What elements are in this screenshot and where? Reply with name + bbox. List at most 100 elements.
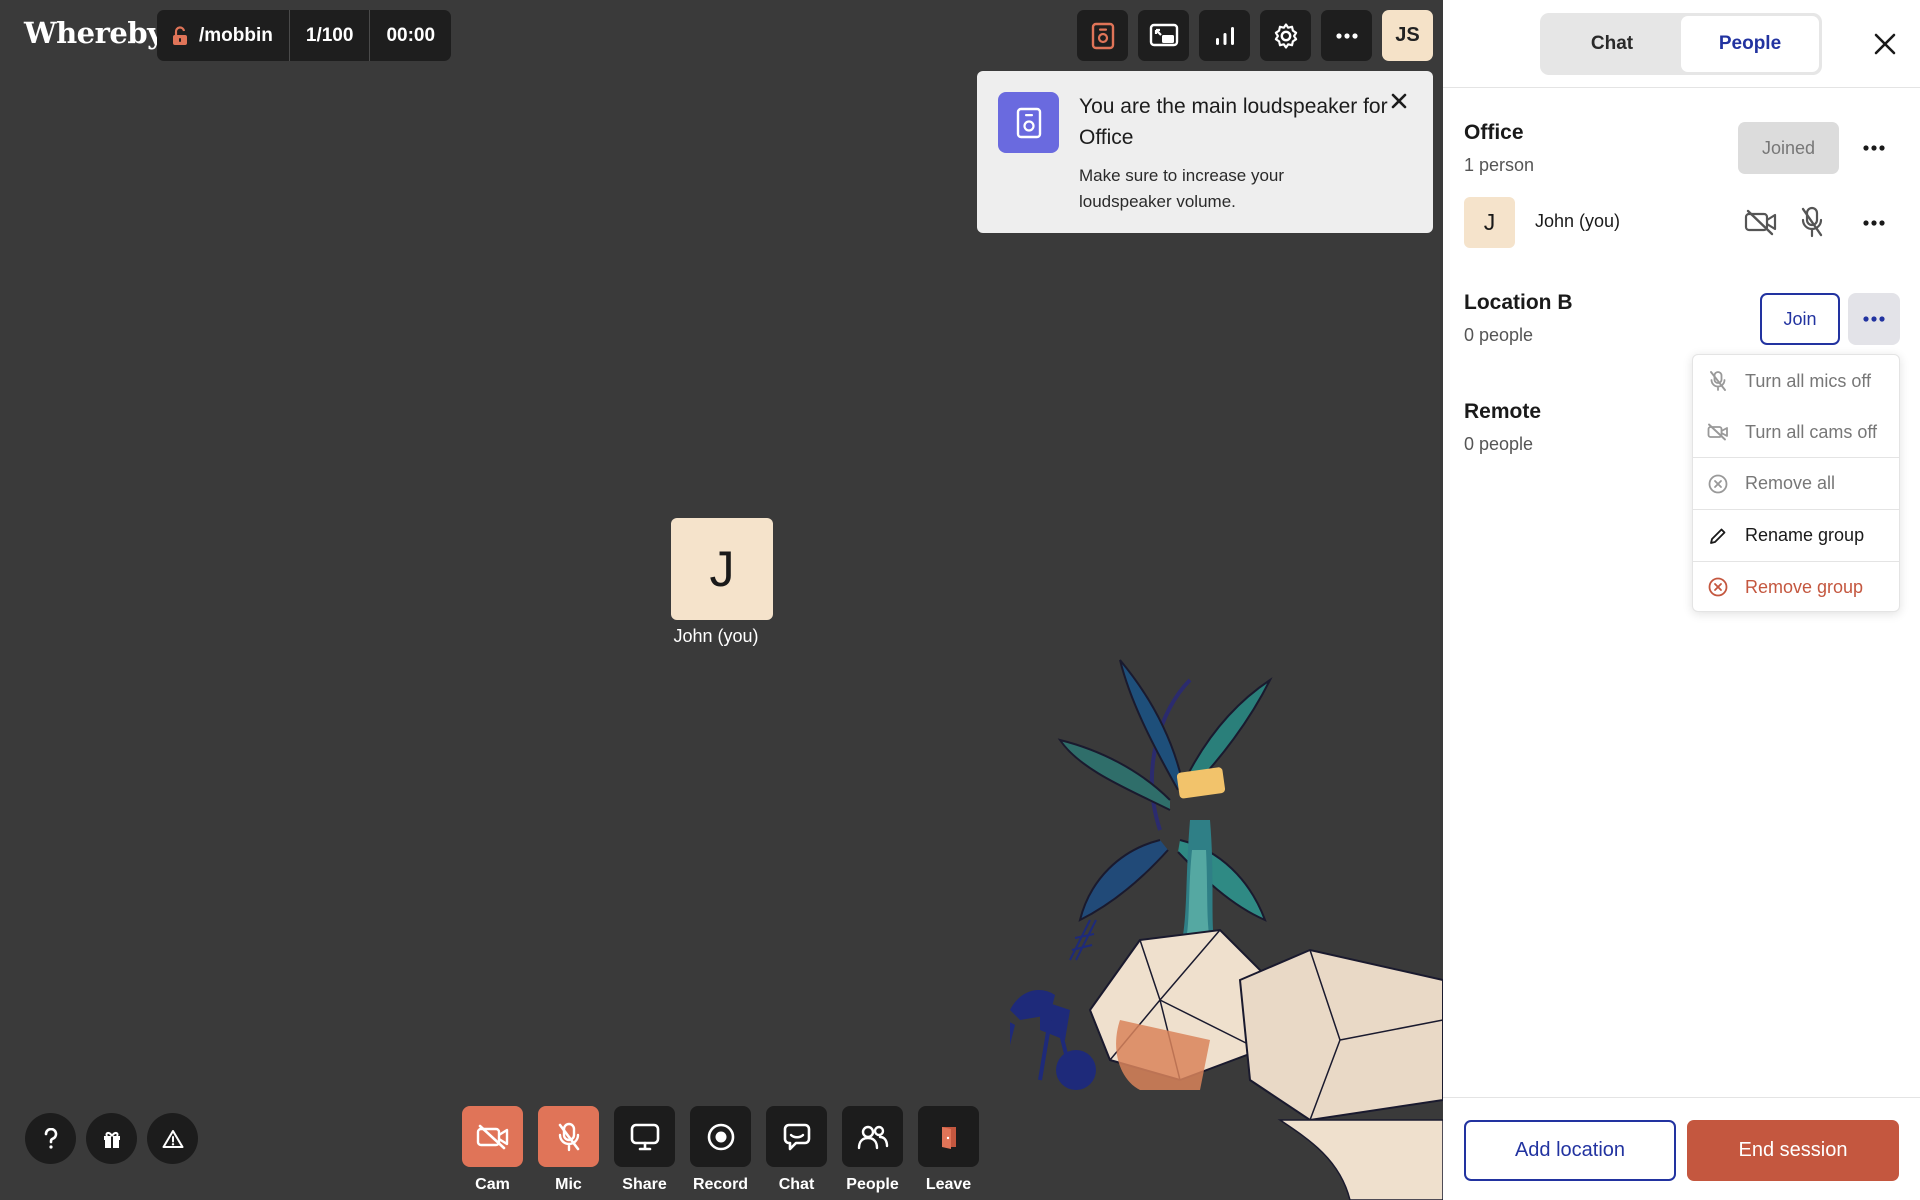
record-control: Record xyxy=(690,1106,751,1194)
menu-item-label: Remove group xyxy=(1745,576,1864,597)
chat-label: Chat xyxy=(778,1176,815,1193)
stats-icon xyxy=(1214,25,1236,47)
chat-icon xyxy=(782,1122,812,1152)
mic-button[interactable] xyxy=(538,1106,599,1167)
gift-icon xyxy=(102,1129,122,1149)
member-more-button[interactable] xyxy=(1848,197,1900,249)
call-controls: Cam Mic Share Record Chat People Leave xyxy=(462,1106,979,1194)
group-count-remote: 0 people xyxy=(1464,434,1534,454)
help-button[interactable] xyxy=(25,1113,76,1164)
people-icon xyxy=(857,1124,889,1150)
leave-icon xyxy=(937,1123,961,1151)
group-count-office: 1 person xyxy=(1464,155,1535,175)
settings-button[interactable] xyxy=(1260,10,1311,61)
loudspeaker-icon xyxy=(1090,22,1116,50)
report-issue-button[interactable] xyxy=(147,1113,198,1164)
gift-button[interactable] xyxy=(86,1113,137,1164)
panel-header: Chat People xyxy=(1443,0,1920,88)
tab-chat[interactable]: Chat xyxy=(1543,16,1681,72)
timer-segment: 00:00 xyxy=(369,10,451,61)
menu-item-turn-all-cams-off[interactable]: Turn all cams off xyxy=(1693,407,1899,457)
more-icon xyxy=(1863,316,1885,322)
notification-body: Make sure to increase your loudspeaker v… xyxy=(1079,166,1285,211)
more-icon xyxy=(1335,32,1358,39)
occupancy-segment: 1/100 xyxy=(288,10,370,61)
people-button[interactable] xyxy=(842,1106,903,1167)
menu-item-label: Rename group xyxy=(1745,525,1865,545)
menu-item-turn-all-mics-off[interactable]: Turn all mics off xyxy=(1693,357,1899,405)
video-stage: Whereby /mobbin 1/100 00:00 JS You are t… xyxy=(0,0,1443,1200)
picture-in-picture-button[interactable] xyxy=(1138,10,1189,61)
mic-off-icon xyxy=(1799,206,1825,238)
close-icon xyxy=(1873,32,1897,56)
cam-label: Cam xyxy=(475,1176,510,1193)
more-icon xyxy=(1863,220,1885,226)
pencil-icon xyxy=(1707,527,1729,545)
member-name: John (you) xyxy=(1535,211,1621,231)
tab-people[interactable]: People xyxy=(1681,16,1819,72)
location-b-more-button[interactable] xyxy=(1848,293,1900,345)
record-button[interactable] xyxy=(690,1106,751,1167)
mic-label: Mic xyxy=(555,1176,582,1193)
room-timer: 00:00 xyxy=(386,24,436,46)
record-label: Record xyxy=(692,1176,749,1193)
chat-button[interactable] xyxy=(766,1106,827,1167)
menu-item-remove-group[interactable]: Remove group xyxy=(1693,562,1899,612)
whereby-logo: Whereby xyxy=(24,16,164,50)
leave-control: Leave xyxy=(918,1106,979,1194)
room-name-segment[interactable]: /mobbin xyxy=(157,10,289,61)
warning-icon xyxy=(162,1129,184,1149)
cam-control: Cam xyxy=(462,1106,523,1194)
picture-in-picture-icon xyxy=(1149,23,1179,49)
menu-item-label: Turn all mics off xyxy=(1745,370,1872,391)
menu-item-remove-all[interactable]: Remove all xyxy=(1693,458,1899,509)
remove-circle-icon xyxy=(1707,474,1729,494)
self-name-label: John (you) xyxy=(673,626,759,646)
group-title-location-b: Location B xyxy=(1464,291,1573,314)
room-name: /mobbin xyxy=(199,24,273,46)
decorative-illustration xyxy=(1010,659,1443,1200)
mic-off-icon xyxy=(1707,370,1729,392)
group-count-location-b: 0 people xyxy=(1464,325,1534,345)
close-panel-button[interactable] xyxy=(1868,27,1902,61)
office-more-button[interactable] xyxy=(1848,122,1900,174)
user-avatar-button[interactable]: JS xyxy=(1382,10,1433,61)
share-label: Share xyxy=(622,1176,667,1193)
record-icon xyxy=(706,1122,736,1152)
room-info-bar: /mobbin 1/100 00:00 xyxy=(157,10,452,61)
mic-control: Mic xyxy=(538,1106,599,1194)
loudspeaker-notification: You are the main loudspeaker for Office … xyxy=(977,71,1433,233)
people-panel: Chat People Office 1 person Joined J Joh… xyxy=(1443,0,1920,1200)
panel-tab-switcher: Chat People xyxy=(1540,13,1822,75)
stats-button[interactable] xyxy=(1199,10,1250,61)
menu-item-label: Remove all xyxy=(1745,473,1836,493)
menu-item-label: Turn all cams off xyxy=(1745,421,1878,442)
chat-control: Chat xyxy=(766,1106,827,1194)
share-control: Share xyxy=(614,1106,675,1194)
share-button[interactable] xyxy=(614,1106,675,1167)
group-options-menu: Turn all mics off Turn all cams off Remo… xyxy=(1692,354,1900,612)
leave-button[interactable] xyxy=(918,1106,979,1167)
loudspeaker-button[interactable] xyxy=(1077,10,1128,61)
loudspeaker-icon xyxy=(998,92,1059,153)
help-icon xyxy=(43,1127,59,1150)
leave-label: Leave xyxy=(925,1176,972,1193)
panel-footer: Add location End session xyxy=(1443,1097,1920,1200)
people-control: People xyxy=(842,1106,903,1194)
join-button[interactable]: Join xyxy=(1760,293,1840,345)
screen-share-icon xyxy=(630,1123,660,1151)
cam-button[interactable] xyxy=(462,1106,523,1167)
menu-item-rename-group[interactable]: Rename group xyxy=(1693,510,1899,561)
add-location-button[interactable]: Add location xyxy=(1464,1120,1676,1181)
group-title-office: Office xyxy=(1464,121,1524,144)
close-icon[interactable] xyxy=(1387,89,1411,113)
end-session-button[interactable]: End session xyxy=(1687,1120,1899,1181)
top-toolbar: JS xyxy=(1077,10,1433,61)
more-options-button[interactable] xyxy=(1321,10,1372,61)
camera-off-icon xyxy=(1707,423,1729,441)
lock-open-icon xyxy=(171,25,189,46)
camera-off-icon xyxy=(476,1124,510,1150)
camera-off-icon xyxy=(1744,208,1778,236)
more-icon xyxy=(1863,145,1885,151)
joined-button[interactable]: Joined xyxy=(1738,122,1839,174)
